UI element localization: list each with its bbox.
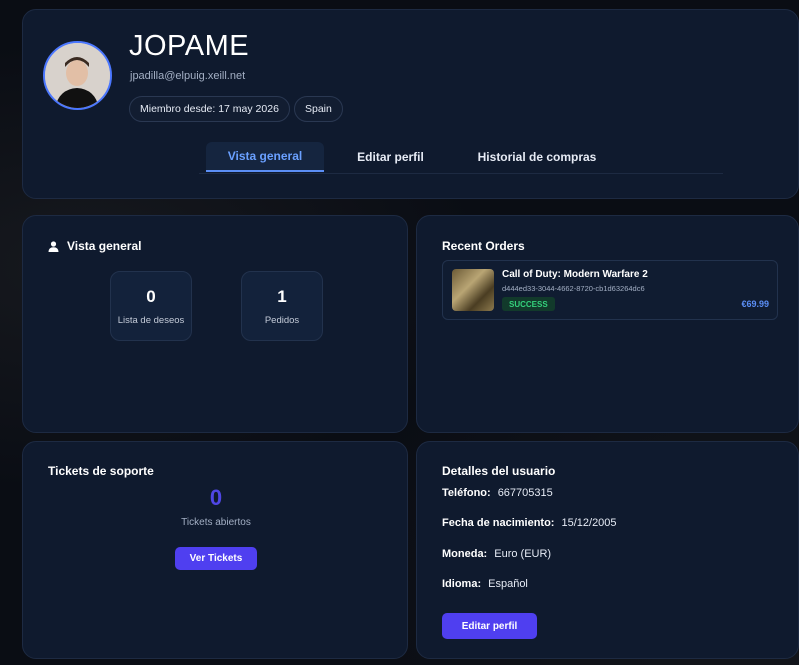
recent-orders-title: Recent Orders: [442, 239, 525, 253]
edit-profile-button[interactable]: Editar perfil: [442, 613, 537, 639]
wishlist-stat[interactable]: 0 Lista de deseos: [110, 271, 192, 341]
detail-phone-value: 667705315: [497, 487, 553, 499]
overview-title-text: Vista general: [67, 239, 142, 253]
tickets-count: 0: [209, 485, 223, 510]
detail-language-value: Español: [488, 578, 528, 590]
details-title: Detalles del usuario: [442, 464, 556, 478]
tickets-title: Tickets de soporte: [48, 464, 154, 478]
avatar: [43, 41, 112, 110]
order-status-badge: SUCCESS: [502, 297, 555, 311]
view-tickets-button[interactable]: Ver Tickets: [175, 547, 257, 570]
tab-overview[interactable]: Vista general: [206, 142, 324, 172]
user-details-card: Detalles del usuario Teléfono: 667705315 …: [416, 441, 799, 659]
orders-count: 1: [277, 286, 287, 306]
profile-tabs: Vista general Editar perfil Historial de…: [199, 140, 723, 174]
recent-orders-card: Recent Orders Call of Duty: Modern Warfa…: [416, 215, 799, 433]
order-item[interactable]: Call of Duty: Modern Warfare 2 d444ed33-…: [442, 260, 778, 320]
detail-birthdate-label: Fecha de nacimiento:: [442, 517, 555, 529]
orders-stat[interactable]: 1 Pedidos: [241, 271, 323, 341]
order-id: d444ed33-3044-4662-8720-cb1d63264dc6: [502, 284, 645, 293]
detail-currency: Moneda: Euro (EUR): [442, 548, 551, 560]
support-tickets-card: Tickets de soporte 0 Tickets abiertos Ve…: [22, 441, 408, 659]
tickets-label: Tickets abiertos: [181, 517, 251, 528]
order-price: €69.99: [741, 299, 769, 309]
member-since-badge: Miembro desde: 17 may 2026: [129, 96, 290, 122]
detail-language: Idioma: Español: [442, 578, 528, 590]
tab-purchase-history[interactable]: Historial de compras: [457, 142, 617, 172]
detail-currency-value: Euro (EUR): [494, 548, 552, 560]
detail-phone-label: Teléfono:: [442, 487, 491, 499]
overview-title: Vista general: [48, 239, 141, 253]
order-title: Call of Duty: Modern Warfare 2: [502, 269, 648, 280]
profile-card: JOPAME jpadilla@elpuig.xeill.net Miembro…: [22, 9, 799, 199]
username: JOPAME: [129, 30, 250, 62]
detail-birthdate: Fecha de nacimiento: 15/12/2005: [442, 517, 617, 529]
orders-label: Pedidos: [264, 314, 300, 326]
detail-phone: Teléfono: 667705315: [442, 487, 553, 499]
overview-card: Vista general 0 Lista de deseos 1 Pedido…: [22, 215, 408, 433]
wishlist-label: Lista de deseos: [117, 314, 185, 326]
wishlist-count: 0: [146, 286, 156, 306]
game-cover-image: [452, 269, 494, 311]
detail-currency-label: Moneda:: [442, 548, 488, 560]
detail-birthdate-value: 15/12/2005: [561, 517, 617, 529]
tab-edit-profile[interactable]: Editar perfil: [324, 142, 457, 172]
avatar-image: [45, 43, 110, 108]
user-email: jpadilla@elpuig.xeill.net: [130, 70, 246, 82]
user-icon: [48, 240, 59, 252]
detail-language-label: Idioma:: [442, 578, 482, 590]
country-badge: Spain: [294, 96, 343, 122]
